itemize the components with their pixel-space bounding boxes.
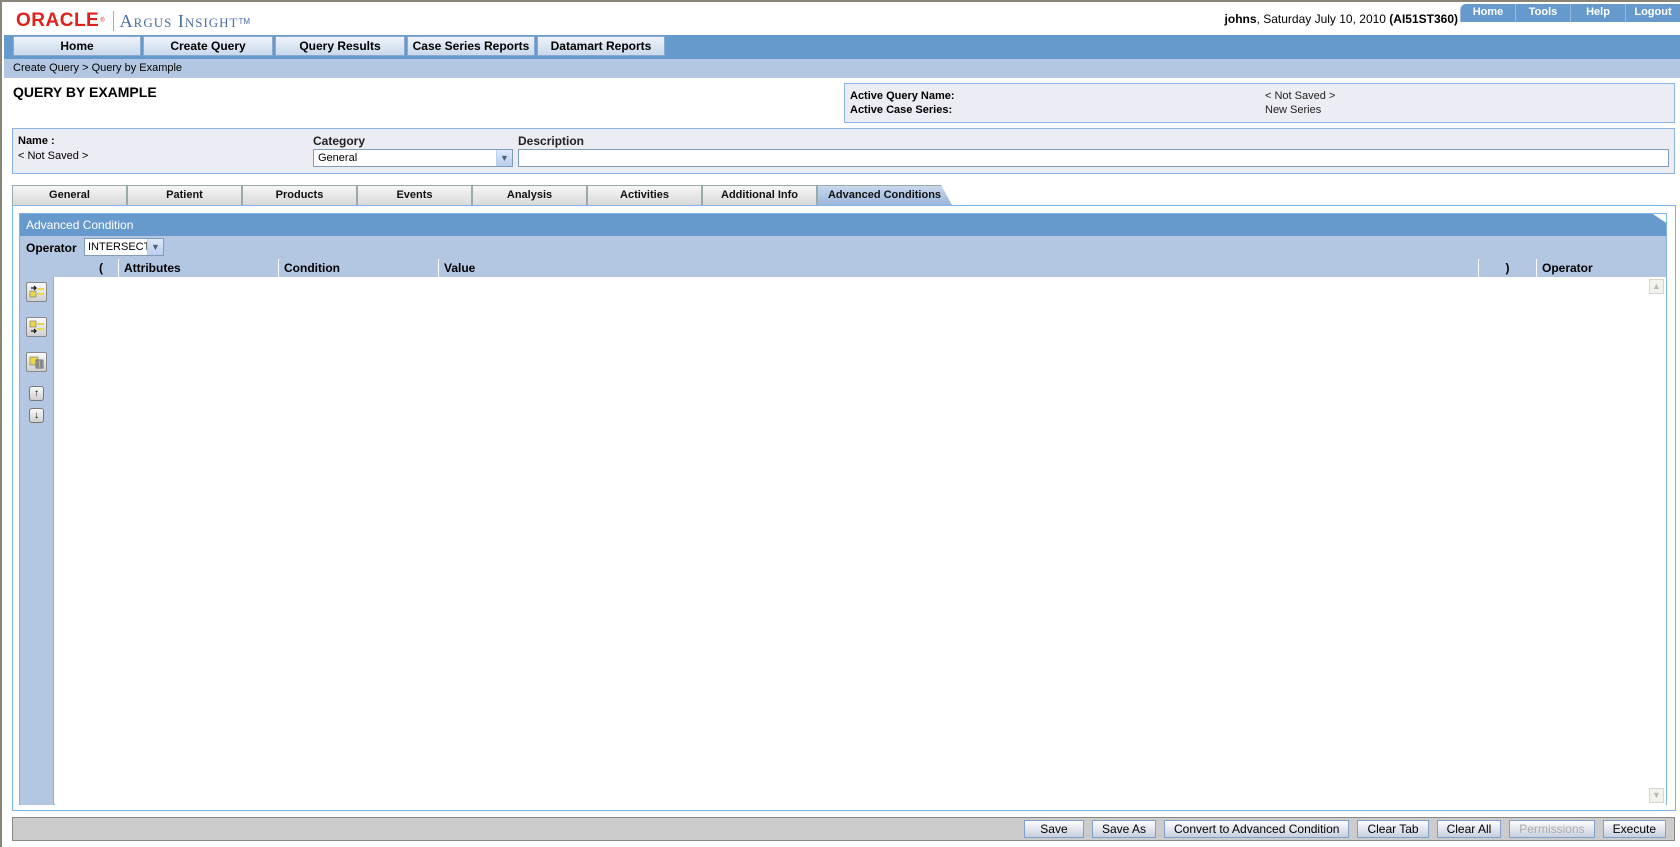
registered-mark: ®	[100, 18, 105, 24]
delete-condition-button[interactable]	[26, 352, 47, 372]
active-case-series-value: New Series	[1265, 104, 1322, 116]
chevron-up-icon: ▲	[1652, 281, 1661, 291]
top-link-logout[interactable]: Logout	[1625, 4, 1680, 22]
arrow-down-icon: ↓	[34, 410, 39, 421]
tab-products[interactable]: Products	[242, 185, 357, 205]
advanced-condition-title: Advanced Condition	[20, 214, 1666, 236]
app-window: ORACLE ® Argus Insight TM johns, Saturday …	[0, 0, 1680, 847]
permissions-button: Permissions	[1509, 820, 1595, 838]
oracle-argus-logo: ORACLE ® Argus Insight TM	[16, 10, 250, 32]
description-label: Description	[518, 134, 585, 148]
clear-tab-button[interactable]: Clear Tab	[1357, 820, 1429, 838]
delete-row-icon	[29, 356, 43, 369]
query-tabs: General Patient Products Events Analysis…	[12, 185, 952, 205]
top-link-tools[interactable]: Tools	[1515, 4, 1570, 22]
tab-content: Advanced Condition Operator INTERSECT ▼ …	[12, 205, 1676, 811]
convert-to-advanced-condition-button[interactable]: Convert to Advanced Condition	[1164, 820, 1350, 838]
top-link-help[interactable]: Help	[1570, 4, 1625, 22]
chevron-down-icon: ▼	[1652, 790, 1661, 800]
nav-case-series-reports[interactable]: Case Series Reports	[407, 36, 535, 56]
nav-datamart-reports[interactable]: Datamart Reports	[537, 36, 665, 56]
current-date: , Saturday July 10, 2010	[1256, 12, 1390, 26]
tab-activities[interactable]: Activities	[587, 185, 702, 205]
condition-grid[interactable]: ▲ ▼	[55, 277, 1666, 805]
clear-all-button[interactable]: Clear All	[1436, 820, 1502, 838]
name-value: < Not Saved >	[18, 150, 89, 162]
scroll-down-button[interactable]: ▼	[1649, 788, 1664, 803]
header: ORACLE ® Argus Insight TM johns, Saturday …	[4, 4, 1680, 35]
description-input[interactable]	[518, 149, 1669, 167]
insert-condition-button[interactable]	[26, 317, 47, 337]
top-links: Home Tools Help Logout	[1460, 4, 1680, 22]
query-details-panel: Name : < Not Saved > Category General ▼ …	[12, 128, 1675, 174]
action-bar: Save Save As Convert to Advanced Conditi…	[12, 817, 1675, 841]
logo-divider	[112, 11, 114, 31]
nav-query-results[interactable]: Query Results	[275, 36, 405, 56]
oracle-brand: ORACLE	[16, 10, 100, 31]
active-query-panel: Active Query Name: < Not Saved > Active …	[844, 83, 1675, 123]
breadcrumb: Create Query > Query by Example	[4, 59, 1680, 78]
tab-additional-info[interactable]: Additional Info	[702, 185, 817, 205]
main-nav: Home Create Query Query Results Case Ser…	[4, 35, 1680, 59]
category-value: General	[318, 152, 358, 164]
user-info: johns, Saturday July 10, 2010 (AI51ST360…	[1225, 12, 1458, 26]
execute-button[interactable]: Execute	[1602, 820, 1666, 838]
name-label: Name :	[18, 135, 55, 147]
tab-advanced-conditions[interactable]: Advanced Conditions	[817, 185, 952, 205]
tab-general[interactable]: General	[12, 185, 127, 205]
chevron-down-icon[interactable]: ▼	[496, 150, 512, 166]
insert-row-icon	[29, 320, 44, 334]
trademark-mark: TM	[238, 16, 251, 26]
username: johns	[1224, 12, 1257, 26]
tab-patient[interactable]: Patient	[127, 185, 242, 205]
condition-toolbar: ↑ ↓	[20, 277, 54, 805]
product-name: Argus Insight	[119, 10, 239, 31]
scroll-up-button[interactable]: ▲	[1649, 279, 1664, 294]
nav-home[interactable]: Home	[13, 36, 141, 56]
tab-events[interactable]: Events	[357, 185, 472, 205]
move-down-button[interactable]: ↓	[29, 408, 44, 423]
active-query-name-row: Active Query Name: < Not Saved >	[850, 90, 1335, 102]
arrow-up-icon: ↑	[34, 388, 39, 399]
move-up-button[interactable]: ↑	[29, 386, 44, 401]
active-query-name-label: Active Query Name:	[850, 90, 955, 102]
active-case-series-row: Active Case Series: New Series	[850, 104, 1321, 116]
active-case-series-label: Active Case Series:	[850, 104, 953, 116]
nav-create-query[interactable]: Create Query	[143, 36, 273, 56]
tab-analysis[interactable]: Analysis	[472, 185, 587, 205]
condition-grid-header: ( Attributes Condition Value ) Operator	[20, 259, 1666, 277]
server-name: (AI51ST360)	[1389, 12, 1458, 26]
col-operator: Operator	[1536, 259, 1666, 277]
operator-select[interactable]: INTERSECT ▼	[84, 238, 164, 256]
col-close-paren: )	[1478, 259, 1536, 277]
category-select[interactable]: General ▼	[313, 149, 513, 167]
active-query-name-value: < Not Saved >	[1265, 90, 1336, 102]
operator-label: Operator	[26, 241, 77, 255]
col-condition: Condition	[278, 259, 438, 277]
col-value: Value	[438, 259, 1478, 277]
save-button[interactable]: Save	[1023, 820, 1084, 838]
category-label: Category	[313, 134, 366, 148]
col-attributes: Attributes	[118, 259, 278, 277]
advanced-condition-panel: Advanced Condition Operator INTERSECT ▼ …	[19, 213, 1667, 805]
chevron-down-icon[interactable]: ▼	[147, 239, 163, 255]
save-as-button[interactable]: Save As	[1091, 820, 1156, 838]
add-row-icon	[29, 285, 44, 298]
operator-value: INTERSECT	[88, 241, 151, 253]
page-title: QUERY BY EXAMPLE	[13, 84, 157, 100]
add-condition-button[interactable]	[26, 282, 47, 302]
top-link-home[interactable]: Home	[1460, 4, 1515, 22]
col-open-paren: (	[99, 261, 103, 275]
operator-row: Operator INTERSECT ▼	[20, 236, 1666, 259]
